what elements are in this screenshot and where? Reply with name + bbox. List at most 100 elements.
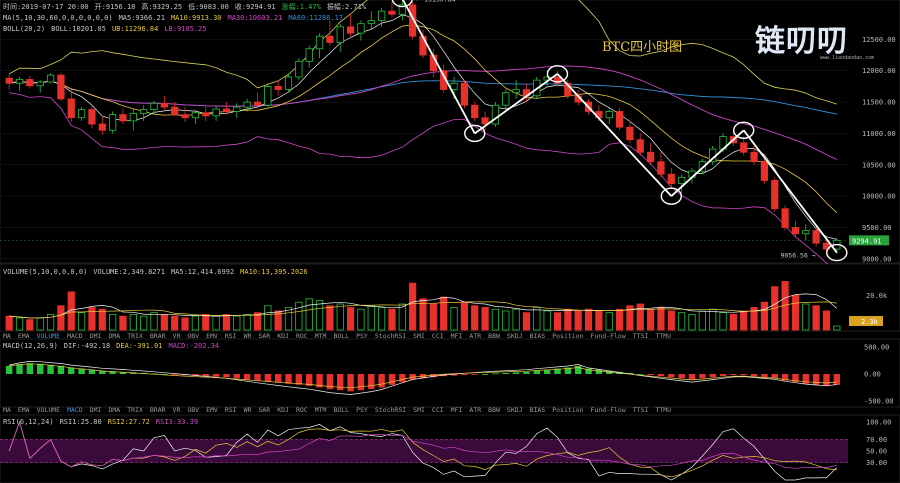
tab-macd-psy[interactable]: PSY bbox=[356, 406, 368, 414]
candle-body bbox=[740, 142, 748, 153]
tab-macd-obv[interactable]: OBV bbox=[187, 406, 199, 414]
tab-macd-dma[interactable]: DMA bbox=[108, 406, 120, 414]
tab-vol-mtm[interactable]: MTM bbox=[315, 332, 327, 340]
tab-macd-dmi[interactable]: DMI bbox=[90, 406, 102, 414]
tab-macd-roc[interactable]: ROC bbox=[296, 406, 308, 414]
tab-vol-cci[interactable]: CCI bbox=[432, 332, 444, 340]
tab-macd-emv[interactable]: EMV bbox=[206, 406, 218, 414]
tab-macd-position[interactable]: Position bbox=[552, 406, 583, 414]
tab-vol-boll[interactable]: BOLL bbox=[333, 332, 349, 340]
tab-macd-mtm[interactable]: MTM bbox=[315, 406, 327, 414]
tab-macd-rsi[interactable]: RSI bbox=[225, 406, 237, 414]
candle-body bbox=[357, 23, 365, 34]
tab-macd-atr[interactable]: ATR bbox=[469, 406, 481, 414]
tab-vol-ema[interactable]: EMA bbox=[18, 332, 30, 340]
tab-vol-position[interactable]: Position bbox=[552, 332, 583, 340]
tab-vol-ma[interactable]: MA bbox=[3, 332, 11, 340]
candle-body bbox=[771, 180, 779, 210]
tab-macd-volume[interactable]: VOLUME bbox=[37, 406, 60, 414]
tab-macd-bias[interactable]: BIAS bbox=[530, 406, 546, 414]
tab-macd-wr[interactable]: WR bbox=[244, 406, 252, 414]
tab-macd-ttmu[interactable]: TTMU bbox=[655, 406, 671, 414]
price-tick-label: 10500.00 bbox=[862, 161, 896, 169]
tab-vol-rsi[interactable]: RSI bbox=[225, 332, 237, 340]
volume-bar bbox=[264, 305, 272, 331]
tab-vol-trix[interactable]: TRIX bbox=[127, 332, 143, 340]
macd-histogram-bar bbox=[243, 374, 251, 380]
tab-vol-atr[interactable]: ATR bbox=[469, 332, 481, 340]
tab-macd-mfi[interactable]: MFI bbox=[451, 406, 463, 414]
header-amplitude: 振幅:2.71% bbox=[326, 3, 367, 11]
tab-vol-dma[interactable]: DMA bbox=[108, 332, 120, 340]
tab-vol-bbw[interactable]: BBW bbox=[488, 332, 500, 340]
tab-vol-dmi[interactable]: DMI bbox=[90, 332, 102, 340]
macd-histogram-bar bbox=[647, 374, 654, 376]
boll-lb: LB:9105.25 bbox=[164, 25, 207, 33]
tab-macd-fund-flow[interactable]: Fund-Flow bbox=[591, 406, 626, 414]
header-time: 时间:2019-07-17 20:00 bbox=[3, 3, 89, 11]
volume-bar bbox=[222, 313, 231, 331]
volume-tick-label: 20.0k bbox=[866, 292, 888, 300]
tab-vol-ttsi[interactable]: TTSI bbox=[633, 332, 649, 340]
tab-vol-volume[interactable]: VOLUME bbox=[37, 332, 60, 340]
volume-bar bbox=[305, 298, 313, 331]
volume-bar bbox=[367, 305, 375, 331]
tab-vol-brar[interactable]: BRAR bbox=[150, 332, 166, 340]
macd-histogram-bar bbox=[254, 374, 261, 381]
tab-macd-ma[interactable]: MA bbox=[3, 406, 11, 414]
volume-bar bbox=[564, 308, 572, 331]
tab-vol-roc[interactable]: ROC bbox=[296, 332, 308, 340]
macd-histogram-bar bbox=[750, 374, 758, 377]
tab-macd-kdj[interactable]: KDJ bbox=[277, 406, 289, 414]
tab-macd-bbw[interactable]: BBW bbox=[488, 406, 500, 414]
candle-body bbox=[460, 82, 468, 106]
candle-body bbox=[171, 106, 179, 116]
tab-macd-ttsi[interactable]: TTSI bbox=[633, 406, 649, 414]
tab-macd-vr[interactable]: VR bbox=[173, 406, 181, 414]
volume-bar bbox=[533, 307, 541, 331]
rsi-tick-label: 50.00 bbox=[866, 448, 887, 456]
tab-vol-stochrsi[interactable]: StochRSI bbox=[375, 332, 406, 340]
tab-vol-psy[interactable]: PSY bbox=[356, 332, 368, 340]
tab-macd-cci[interactable]: CCI bbox=[432, 406, 444, 414]
tab-macd-smi[interactable]: SMI bbox=[413, 406, 425, 414]
candle-body bbox=[336, 26, 344, 43]
macd-histogram-bar bbox=[595, 369, 603, 374]
tab-vol-kdj[interactable]: KDJ bbox=[277, 332, 289, 340]
volume-bar bbox=[26, 319, 34, 331]
tab-vol-macd[interactable]: MACD bbox=[67, 332, 83, 340]
tab-macd-macd[interactable]: MACD bbox=[67, 406, 83, 414]
macd-histogram-bar bbox=[264, 374, 272, 382]
tab-vol-smi[interactable]: SMI bbox=[413, 332, 425, 340]
volume-bar bbox=[667, 310, 675, 331]
macd-histogram-bar bbox=[295, 374, 303, 385]
macd-histogram-bar bbox=[761, 374, 768, 378]
rsi-band bbox=[0, 439, 848, 463]
tab-vol-bias[interactable]: BIAS bbox=[530, 332, 546, 340]
candle-body bbox=[129, 112, 137, 122]
tab-macd-stochrsi[interactable]: StochRSI bbox=[375, 406, 406, 414]
tab-macd-sar[interactable]: SAR bbox=[258, 406, 270, 414]
tab-vol-vr[interactable]: VR bbox=[173, 332, 181, 340]
tab-macd-boll[interactable]: BOLL bbox=[333, 406, 349, 414]
tab-vol-emv[interactable]: EMV bbox=[206, 332, 218, 340]
tab-macd-ema[interactable]: EMA bbox=[18, 406, 30, 414]
tab-macd-trix[interactable]: TRIX bbox=[127, 406, 143, 414]
tab-vol-fund-flow[interactable]: Fund-Flow bbox=[591, 332, 626, 340]
macd-histogram-bar bbox=[47, 364, 54, 374]
ma-header: MA(5,10,30,60,0,0,0,0,0,0) MA5:9366.21 MA1… bbox=[3, 14, 349, 23]
tab-vol-skdj[interactable]: SKDJ bbox=[507, 332, 523, 340]
tab-macd-skdj[interactable]: SKDJ bbox=[507, 406, 523, 414]
tab-vol-ttmu[interactable]: TTMU bbox=[655, 332, 671, 340]
tab-vol-sar[interactable]: SAR bbox=[258, 332, 270, 340]
high-label: ← 13150.84 bbox=[416, 0, 455, 4]
candle-body bbox=[667, 173, 675, 185]
macd-histogram-bar bbox=[378, 374, 385, 388]
volume-bar bbox=[181, 317, 189, 331]
tab-macd-brar[interactable]: BRAR bbox=[150, 406, 166, 414]
candle-body bbox=[284, 76, 293, 90]
tab-vol-mfi[interactable]: MFI bbox=[451, 332, 463, 340]
tab-vol-wr[interactable]: WR bbox=[244, 332, 252, 340]
tab-vol-obv[interactable]: OBV bbox=[187, 332, 199, 340]
candle-body bbox=[326, 35, 334, 43]
